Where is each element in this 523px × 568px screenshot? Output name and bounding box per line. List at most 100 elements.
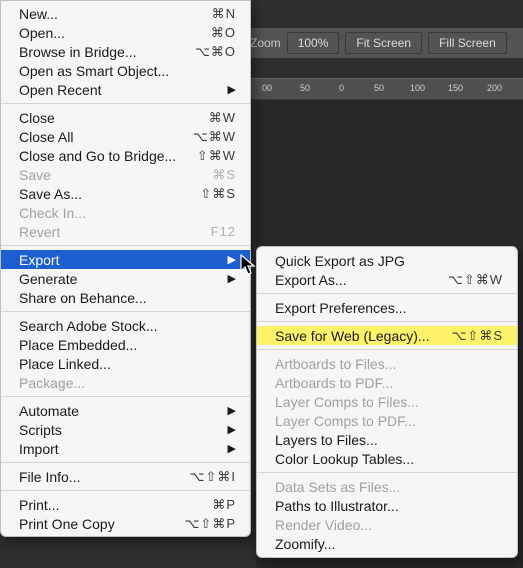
menu-item-label: Open Recent <box>19 82 228 98</box>
export-menu-item-data-sets-as-files: Data Sets as Files... <box>257 477 517 496</box>
menu-item-label: Import <box>19 441 228 457</box>
export-menu-item-save-for-web-legacy[interactable]: Save for Web (Legacy)...⌥⇧⌘S <box>257 326 517 345</box>
export-menu-item-quick-export-as-jpg[interactable]: Quick Export as JPG <box>257 251 517 270</box>
menu-item-label: New... <box>19 6 212 22</box>
submenu-arrow-icon: ▶ <box>228 404 236 417</box>
ruler-tick: 150 <box>448 83 463 93</box>
menu-item-label: Open... <box>19 25 211 41</box>
file-menu-item-place-embedded[interactable]: Place Embedded... <box>1 335 250 354</box>
fit-screen-button[interactable]: Fit Screen <box>345 32 422 54</box>
file-menu-item-open-as-smart-object[interactable]: Open as Smart Object... <box>1 61 250 80</box>
zoom-100-button[interactable]: 100% <box>287 32 340 54</box>
submenu-arrow-icon: ▶ <box>228 442 236 455</box>
menu-item-label: Layer Comps to PDF... <box>275 413 503 429</box>
file-menu-item-close-and-go-to-bridge[interactable]: Close and Go to Bridge...⇧⌘W <box>1 146 250 165</box>
menu-item-label: Save <box>19 167 212 183</box>
file-menu-item-scripts[interactable]: Scripts▶ <box>1 420 250 439</box>
file-menu-item-save-as[interactable]: Save As...⇧⌘S <box>1 184 250 203</box>
menu-item-label: Render Video... <box>275 517 503 533</box>
file-menu-item-new[interactable]: New...⌘N <box>1 4 250 23</box>
file-menu-item-open[interactable]: Open...⌘O <box>1 23 250 42</box>
ruler-tick: 100 <box>410 83 425 93</box>
menu-item-label: Place Linked... <box>19 356 236 372</box>
menu-item-label: Scripts <box>19 422 228 438</box>
menu-item-label: Save for Web (Legacy)... <box>275 328 451 344</box>
menu-item-shortcut: ⌥⇧⌘S <box>451 328 503 344</box>
file-menu-item-file-info[interactable]: File Info...⌥⇧⌘I <box>1 467 250 486</box>
file-menu-item-check-in: Check In... <box>1 203 250 222</box>
menu-item-label: Open as Smart Object... <box>19 63 236 79</box>
file-menu-item-share-on-behance[interactable]: Share on Behance... <box>1 288 250 307</box>
menu-item-label: Save As... <box>19 186 200 202</box>
file-menu-item-print-one-copy[interactable]: Print One Copy⌥⇧⌘P <box>1 514 250 533</box>
menu-item-shortcut: ⌘O <box>211 25 236 41</box>
menu-item-shortcut: ⌥⌘O <box>195 44 236 60</box>
menu-item-label: Quick Export as JPG <box>275 253 503 269</box>
menu-item-label: Artboards to Files... <box>275 356 503 372</box>
menu-item-label: Export As... <box>275 272 448 288</box>
file-menu: New...⌘NOpen...⌘OBrowse in Bridge...⌥⌘OO… <box>0 0 251 537</box>
menu-item-label: Check In... <box>19 205 236 221</box>
submenu-arrow-icon: ▶ <box>228 423 236 436</box>
export-menu-item-layers-to-files[interactable]: Layers to Files... <box>257 430 517 449</box>
file-menu-item-open-recent[interactable]: Open Recent▶ <box>1 80 250 99</box>
file-menu-item-search-adobe-stock[interactable]: Search Adobe Stock... <box>1 316 250 335</box>
file-menu-item-print[interactable]: Print...⌘P <box>1 495 250 514</box>
file-menu-item-browse-in-bridge[interactable]: Browse in Bridge...⌥⌘O <box>1 42 250 61</box>
export-menu-item-paths-to-illustrator[interactable]: Paths to Illustrator... <box>257 496 517 515</box>
menu-item-shortcut: ⌥⇧⌘P <box>184 516 236 532</box>
file-menu-item-place-linked[interactable]: Place Linked... <box>1 354 250 373</box>
menu-item-label: Share on Behance... <box>19 290 236 306</box>
file-menu-item-revert: RevertF12 <box>1 222 250 241</box>
menu-item-shortcut: ⌘N <box>212 6 236 22</box>
export-menu-item-export-preferences[interactable]: Export Preferences... <box>257 298 517 317</box>
menu-item-shortcut: F12 <box>211 224 236 239</box>
menu-item-label: Export <box>19 252 228 268</box>
file-menu-item-import[interactable]: Import▶ <box>1 439 250 458</box>
ruler-tick: 50 <box>374 83 384 93</box>
zoom-label: Zoom <box>250 36 281 50</box>
file-menu-item-separator <box>1 311 250 312</box>
export-menu-item-separator <box>257 349 517 350</box>
menu-item-label: Data Sets as Files... <box>275 479 503 495</box>
menu-item-shortcut: ⌘W <box>209 110 236 126</box>
menu-item-label: Export Preferences... <box>275 300 503 316</box>
ruler-tick: 0 <box>339 83 344 93</box>
menu-item-shortcut: ⇧⌘W <box>197 148 236 164</box>
fill-screen-button[interactable]: Fill Screen <box>428 32 507 54</box>
menu-item-shortcut: ⌘S <box>212 167 236 183</box>
export-menu-item-separator <box>257 293 517 294</box>
export-menu-item-layer-comps-to-pdf: Layer Comps to PDF... <box>257 411 517 430</box>
menu-item-label: Color Lookup Tables... <box>275 451 503 467</box>
file-menu-item-close-all[interactable]: Close All⌥⌘W <box>1 127 250 146</box>
menu-item-label: Zoomify... <box>275 536 503 552</box>
menu-item-label: Search Adobe Stock... <box>19 318 236 334</box>
menu-item-shortcut: ⇧⌘S <box>200 186 236 202</box>
menu-item-shortcut: ⌥⌘W <box>193 129 236 145</box>
file-menu-item-generate[interactable]: Generate▶ <box>1 269 250 288</box>
export-menu-item-artboards-to-files: Artboards to Files... <box>257 354 517 373</box>
menu-item-label: Close <box>19 110 209 126</box>
menu-item-label: Automate <box>19 403 228 419</box>
file-menu-item-automate[interactable]: Automate▶ <box>1 401 250 420</box>
menu-item-label: Package... <box>19 375 236 391</box>
menu-item-label: File Info... <box>19 469 190 485</box>
export-menu-item-separator <box>257 472 517 473</box>
file-menu-item-separator <box>1 490 250 491</box>
export-menu-item-export-as[interactable]: Export As...⌥⇧⌘W <box>257 270 517 289</box>
menu-item-label: Print... <box>19 497 212 513</box>
menu-item-label: Browse in Bridge... <box>19 44 195 60</box>
file-menu-item-close[interactable]: Close⌘W <box>1 108 250 127</box>
export-menu-item-separator <box>257 321 517 322</box>
file-menu-item-save: Save⌘S <box>1 165 250 184</box>
submenu-arrow-icon: ▶ <box>228 83 236 96</box>
ruler-tick: 50 <box>300 83 310 93</box>
menu-item-label: Layer Comps to Files... <box>275 394 503 410</box>
menu-item-shortcut: ⌥⇧⌘W <box>448 272 503 288</box>
file-menu-item-export[interactable]: Export▶ <box>1 250 250 269</box>
menu-item-label: Artboards to PDF... <box>275 375 503 391</box>
export-menu-item-zoomify[interactable]: Zoomify... <box>257 534 517 553</box>
export-menu-item-color-lookup-tables[interactable]: Color Lookup Tables... <box>257 449 517 468</box>
ruler-tick: 00 <box>262 83 272 93</box>
menu-item-shortcut: ⌘P <box>212 497 236 513</box>
